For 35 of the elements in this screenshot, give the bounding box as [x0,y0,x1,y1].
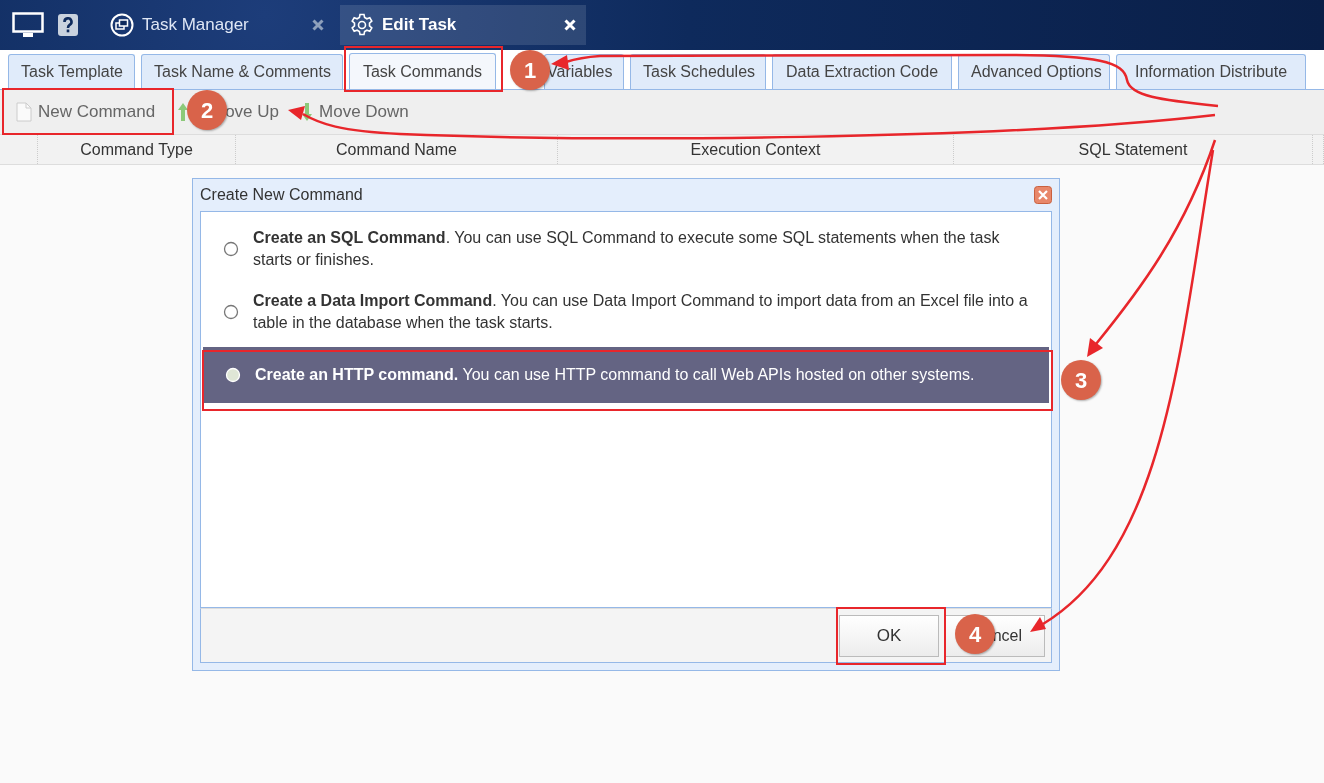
close-icon[interactable] [312,19,324,31]
tab[interactable]: Task Name & Comments [141,54,343,89]
tab[interactable]: Data Extraction Code [772,54,952,89]
window-tab[interactable]: Task Manager [100,5,334,45]
step-number: 3 [1061,360,1101,400]
settings-icon [350,13,374,37]
column-header: Command Type [38,135,236,164]
option-row[interactable]: Create an HTTP command. You can use HTTP command to call Web APIs hosted on other systems. [203,347,1049,403]
dialog-title: Create New Command [200,185,363,205]
monitor-icon[interactable] [12,12,44,38]
option-text: Create an HTTP command. You can use HTTP command to call Web APIs hosted on other systems. [255,365,975,386]
help-icon[interactable] [58,14,78,36]
tab[interactable]: Task Commands [349,53,496,89]
up-arrow-icon [177,102,190,122]
option-row[interactable]: Create a Data Import Command. You can use Data Import Command to import data from an Excel file into a table in the database when the task starts. [201,284,1051,340]
toolbar-button[interactable]: New Command [12,97,160,127]
tab[interactable]: Task Schedules [630,54,766,89]
document-icon [16,102,32,122]
option-row[interactable]: Create an SQL Command. You can use SQL Command to execute some SQL statements when the task starts or finishes. [201,221,1051,277]
option-text: Create an SQL Command. You can use SQL Command to execute some SQL statements when the task starts or finishes. [253,228,1001,270]
column-header: SQL Statement [954,135,1313,164]
tab[interactable]: Advanced Options [958,54,1110,89]
column-header: Execution Context [558,135,954,164]
radio-button[interactable] [223,304,239,320]
radio-button[interactable] [223,241,239,257]
tab[interactable]: Information Distribute [1116,54,1306,89]
tab-label: Edit Task [382,14,458,37]
windows-icon [110,13,134,37]
window-tab[interactable]: Edit Task [340,5,586,45]
option-text: Create a Data Import Command. You can use Data Import Command to import data from an Excel file into a table in the database when the task starts. [253,291,1029,333]
column-header: Command Name [236,135,558,164]
close-icon[interactable] [1034,186,1052,204]
dialog-button[interactable]: OK [839,614,939,657]
tab[interactable]: Task Template [8,54,135,89]
tab-label: Task Manager [142,14,250,37]
